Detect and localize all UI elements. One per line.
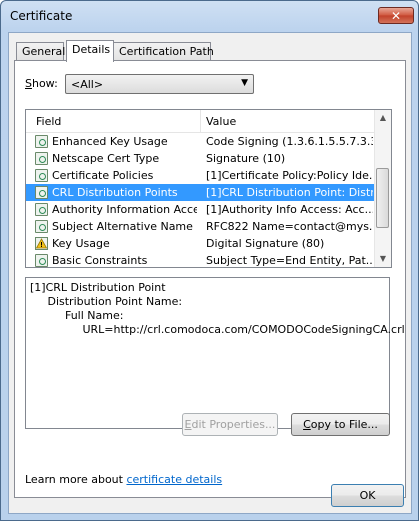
show-dropdown[interactable]: <All> ▼: [65, 74, 254, 94]
show-label: Show:: [25, 77, 58, 90]
window-title: Certificate: [10, 9, 73, 23]
learn-more-text: Learn more about certificate details: [25, 473, 223, 486]
field-value: Signature (10): [206, 152, 286, 165]
dialog-client: General Details Certification Path Show:…: [8, 32, 412, 514]
field-value: Subject Type=End Entity, Pat...: [206, 254, 373, 267]
field-name: Netscape Cert Type: [52, 152, 160, 165]
table-row[interactable]: Authority Information Access [1]Authority…: [26, 201, 375, 218]
extension-icon: [35, 186, 48, 199]
field-name: Certificate Policies: [52, 169, 154, 182]
field-value: [1]Certificate Policy:Policy Ide...: [206, 169, 373, 182]
tab-general-label: General: [22, 45, 66, 58]
field-name: Authority Information Access: [52, 203, 197, 216]
close-icon: ✕: [390, 8, 402, 23]
table-row[interactable]: Enhanced Key Usage Code Signing (1.3.6.1.…: [26, 133, 375, 150]
extension-icon: [35, 254, 48, 267]
vertical-scrollbar[interactable]: ▲ ▼: [374, 110, 391, 267]
table-row[interactable]: Subject Alternative Name RFC822 Name=cont…: [26, 218, 375, 235]
scroll-up-icon[interactable]: ▲: [375, 110, 391, 126]
extension-icon: [35, 220, 48, 233]
table-row[interactable]: Certificate Policies [1]Certificate Polic…: [26, 167, 375, 184]
table-row[interactable]: CRL Distribution Points [1]CRL Distributi…: [26, 184, 375, 201]
field-name: Enhanced Key Usage: [52, 135, 168, 148]
table-row[interactable]: Key Usage Digital Signature (80): [26, 235, 375, 252]
extension-icon: [35, 135, 48, 148]
title-bar[interactable]: Certificate ✕: [1, 1, 418, 31]
field-name: Key Usage: [52, 237, 110, 250]
field-detail-text[interactable]: [1]CRL Distribution Point Distribution P…: [25, 277, 405, 429]
tab-general[interactable]: General: [16, 42, 66, 60]
copy-to-file-button[interactable]: Copy to File...: [291, 413, 390, 436]
tab-certification-path[interactable]: Certification Path: [113, 42, 214, 60]
extension-icon: [35, 152, 48, 165]
scroll-down-icon[interactable]: ▼: [375, 251, 391, 267]
certificate-dialog: Certificate ✕ General Details Certificat…: [0, 0, 419, 521]
field-value: Digital Signature (80): [206, 237, 325, 250]
ok-button[interactable]: OK: [331, 484, 404, 507]
field-value: [1]CRL Distribution Point: Distr...: [206, 186, 373, 199]
extension-icon: [35, 169, 48, 182]
field-value: Code Signing (1.3.6.1.5.5.7.3.3): [206, 135, 373, 148]
chevron-down-icon: ▼: [241, 78, 248, 88]
close-button[interactable]: ✕: [378, 7, 414, 24]
table-row[interactable]: Basic Constraints Subject Type=End Entity…: [26, 252, 375, 267]
show-dropdown-value: <All>: [71, 78, 104, 91]
fields-list[interactable]: Field Value Enhanced Key Usage Code Signi…: [25, 109, 392, 268]
column-header-value[interactable]: Value: [206, 115, 236, 128]
scroll-thumb[interactable]: [376, 168, 389, 228]
edit-properties-button[interactable]: Edit Properties...: [182, 413, 278, 436]
table-row[interactable]: Netscape Cert Type Signature (10): [26, 150, 375, 167]
ok-button-label: OK: [359, 489, 376, 502]
certificate-details-link[interactable]: certificate details: [126, 473, 222, 486]
column-divider[interactable]: [200, 110, 201, 132]
extension-icon: [35, 203, 48, 216]
tab-details-label: Details: [72, 43, 111, 56]
tab-details[interactable]: Details: [66, 40, 114, 62]
field-name: CRL Distribution Points: [52, 186, 178, 199]
tab-certification-path-label: Certification Path: [119, 45, 214, 58]
warning-icon: [35, 237, 48, 250]
field-name: Subject Alternative Name: [52, 220, 193, 233]
field-value: [1]Authority Info Access: Acc...: [206, 203, 373, 216]
list-header: Field Value: [26, 110, 375, 133]
field-value: RFC822 Name=contact@mys...: [206, 220, 373, 233]
column-header-field[interactable]: Field: [36, 115, 61, 128]
field-name: Basic Constraints: [52, 254, 148, 267]
